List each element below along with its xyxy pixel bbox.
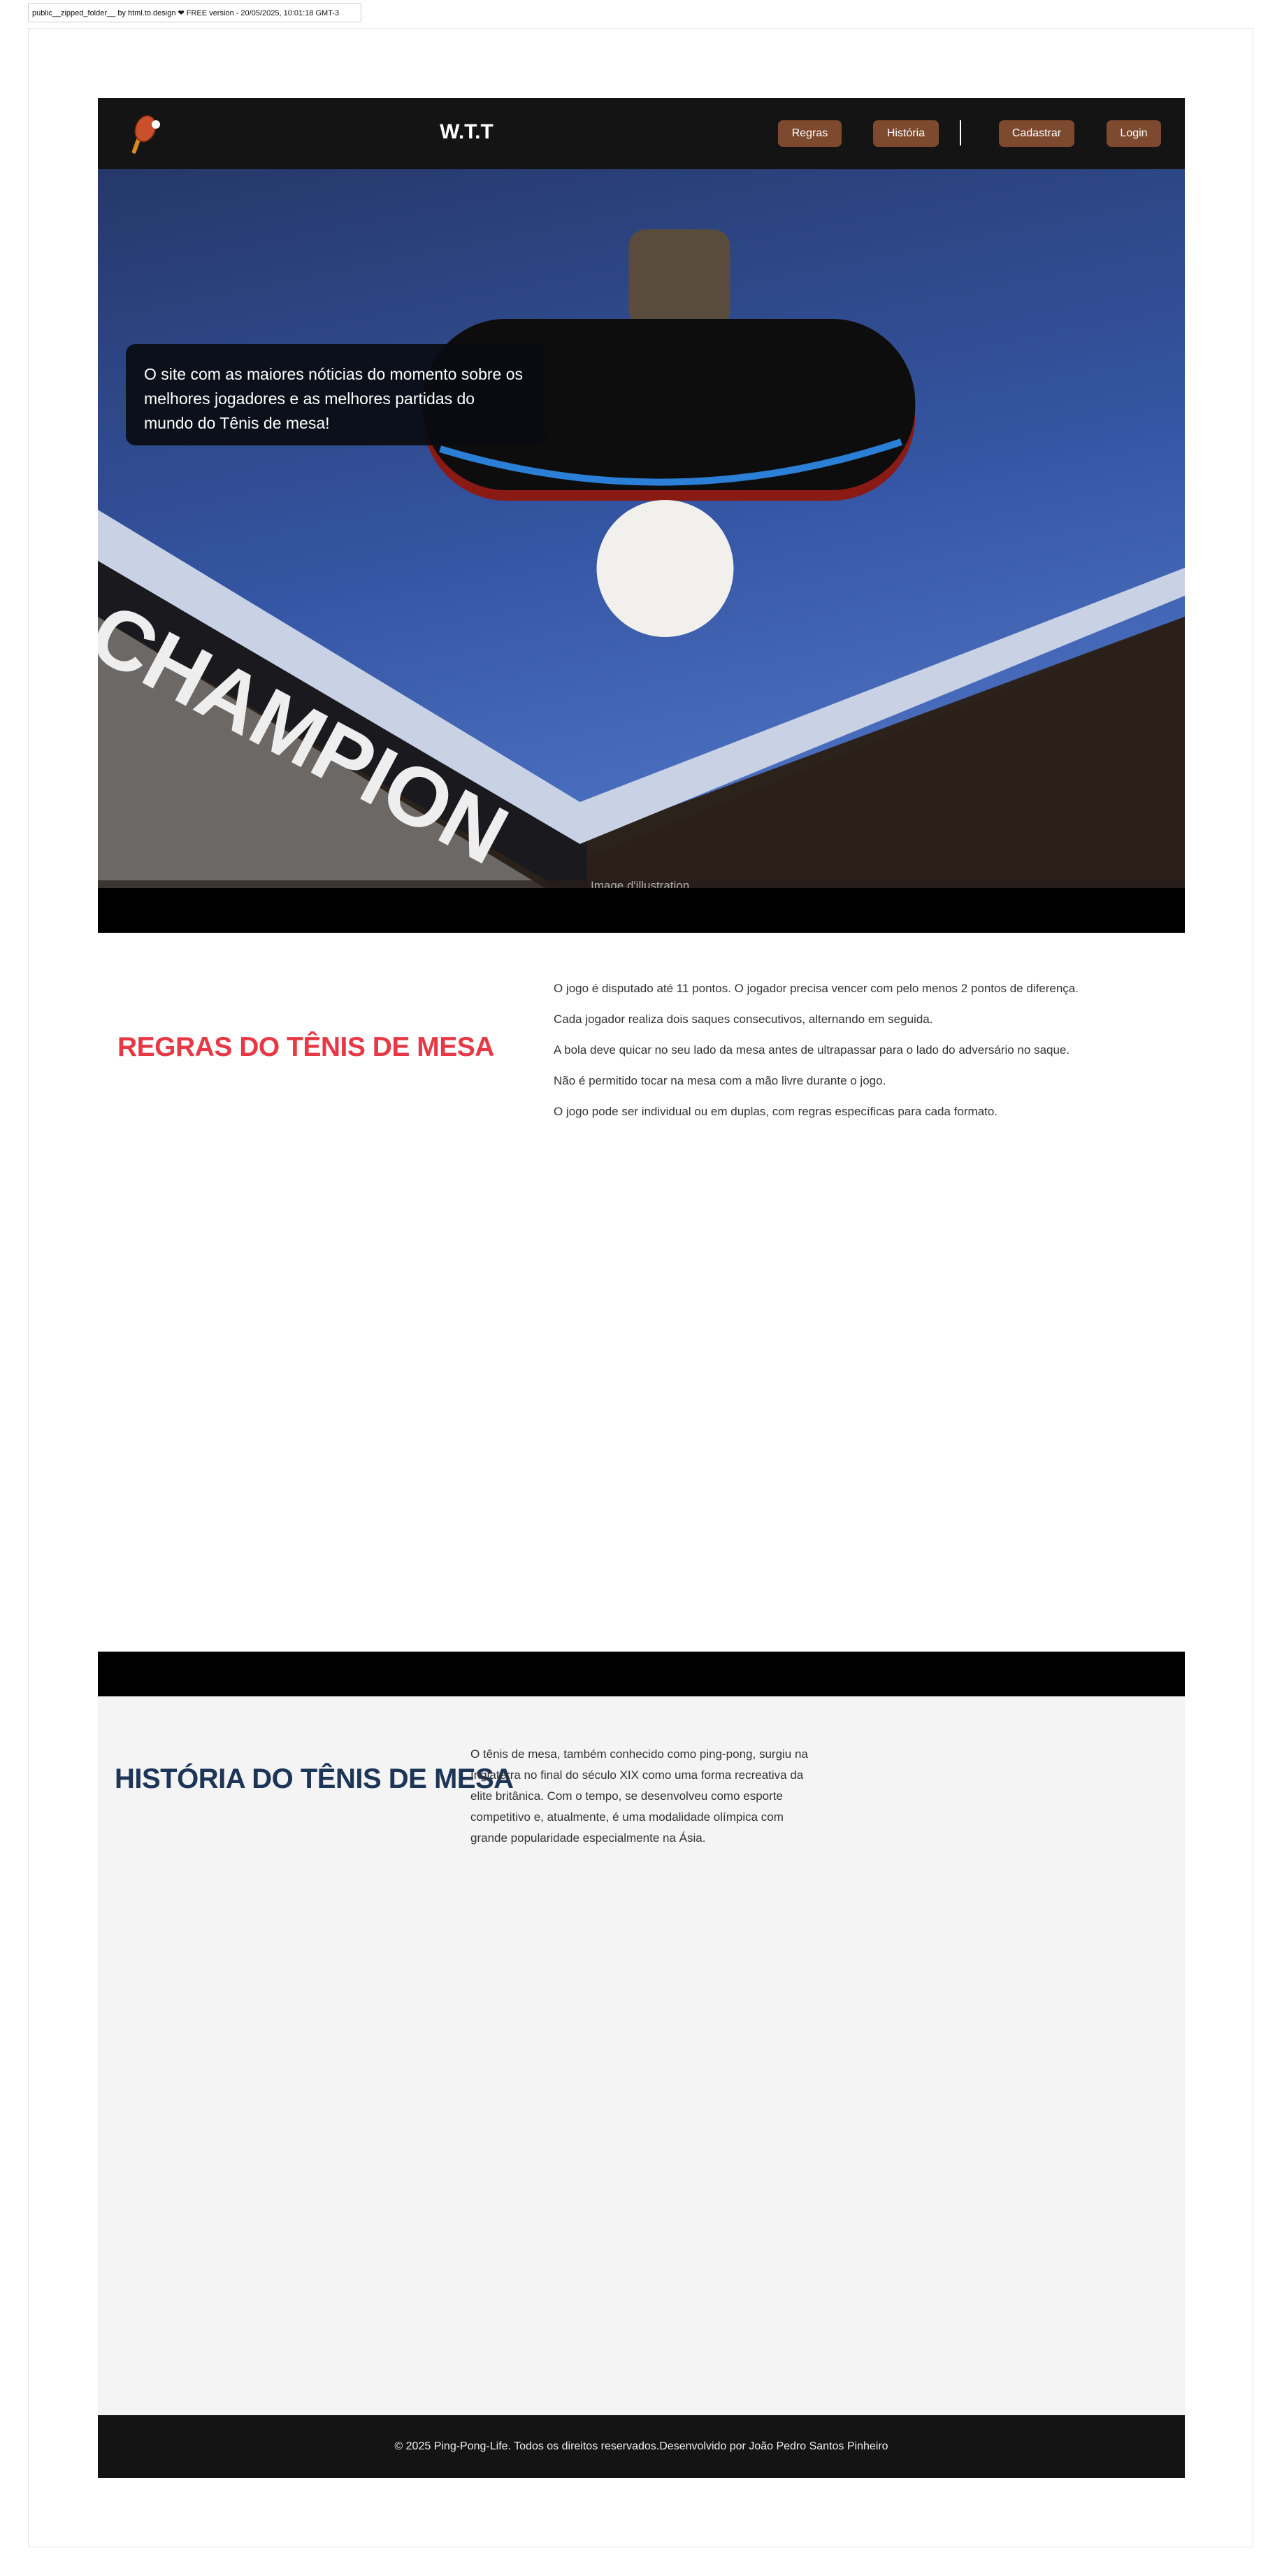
rule-item: Cada jogador realiza dois saques consecu… xyxy=(554,1012,933,1026)
hero-section: CHAMPION Image d'illustration O site com… xyxy=(98,169,1185,933)
nav-cadastrar-button[interactable]: Cadastrar xyxy=(999,120,1074,147)
site-header: W.T.T Regras História Cadastrar Login xyxy=(98,98,1185,169)
rule-item: Não é permitido tocar na mesa com a mão … xyxy=(554,1074,886,1087)
rules-list: O jogo é disputado até 11 pontos. O joga… xyxy=(554,979,1113,1133)
rule-item: O jogo é disputado até 11 pontos. O joga… xyxy=(554,982,1079,995)
nav-divider xyxy=(960,120,961,145)
hero-tagline: O site com as maiores nóticias do moment… xyxy=(126,344,545,445)
site-title: W.T.T xyxy=(440,120,494,143)
history-section: HISTÓRIA DO TÊNIS DE MESA O tênis de mes… xyxy=(98,1696,1185,2415)
footer-text: © 2025 Ping-Pong-Life. Todos os direitos… xyxy=(394,2440,888,2452)
image-caption: Image d'illustration xyxy=(591,879,690,888)
history-text: O tênis de mesa, também conhecido como p… xyxy=(470,1747,808,1845)
rule-item: A bola deve quicar no seu lado da mesa a… xyxy=(554,1043,1070,1057)
nav-regras-button[interactable]: Regras xyxy=(778,120,842,147)
history-title: HISTÓRIA DO TÊNIS DE MESA xyxy=(115,1763,514,1794)
site-footer: © 2025 Ping-Pong-Life. Todos os direitos… xyxy=(98,2415,1185,2478)
nav-historia-button[interactable]: História xyxy=(873,120,939,147)
rules-title: REGRAS DO TÊNIS DE MESA xyxy=(117,1032,494,1062)
rules-section: REGRAS DO TÊNIS DE MESA O jogo é disputa… xyxy=(98,933,1185,1652)
rule-item: O jogo pode ser individual ou em duplas,… xyxy=(554,1105,998,1118)
nav-login-button[interactable]: Login xyxy=(1107,120,1161,147)
black-band xyxy=(98,1652,1185,1696)
hero-image: CHAMPION xyxy=(98,169,1185,888)
export-label: public__zipped_folder__ by html.to.desig… xyxy=(28,3,361,22)
